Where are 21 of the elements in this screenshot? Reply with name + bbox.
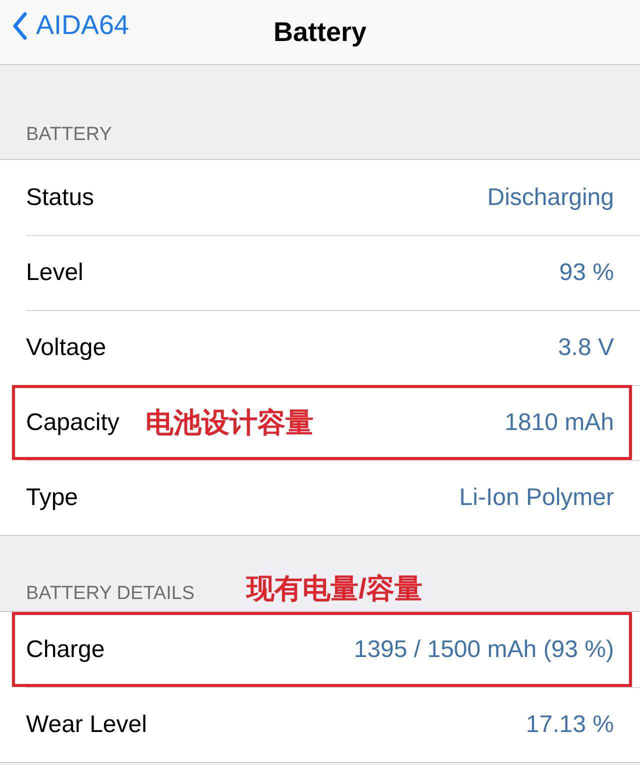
row-label: Wear Level bbox=[26, 710, 147, 738]
row-label: Capacity bbox=[26, 408, 120, 436]
row-value: 1810 mAh bbox=[504, 408, 614, 436]
section-header: BATTERY bbox=[26, 124, 112, 146]
row-value: Li-Ion Polymer bbox=[459, 484, 614, 512]
section-header: BATTERY DETAILS bbox=[26, 583, 195, 605]
row-label: Level bbox=[26, 258, 84, 286]
back-button[interactable]: AIDA64 bbox=[12, 10, 130, 41]
row-label: Charge bbox=[26, 636, 105, 664]
row-label: Status bbox=[26, 184, 94, 212]
annotation-text: 电池设计容量 bbox=[145, 406, 314, 440]
back-chevron-icon bbox=[12, 12, 28, 40]
row-value: 17.13 % bbox=[526, 710, 614, 738]
nav-title: Battery bbox=[273, 16, 367, 48]
row-value: Discharging bbox=[487, 184, 614, 212]
annotation-text: 现有电量/容量 bbox=[246, 572, 422, 606]
row-value: 3.8 V bbox=[558, 334, 614, 362]
row-value: 1395 / 1500 mAh (93 %) bbox=[354, 636, 614, 664]
row-label: Voltage bbox=[26, 334, 106, 362]
row-label: Type bbox=[26, 484, 78, 512]
row-value: 93 % bbox=[559, 258, 614, 286]
